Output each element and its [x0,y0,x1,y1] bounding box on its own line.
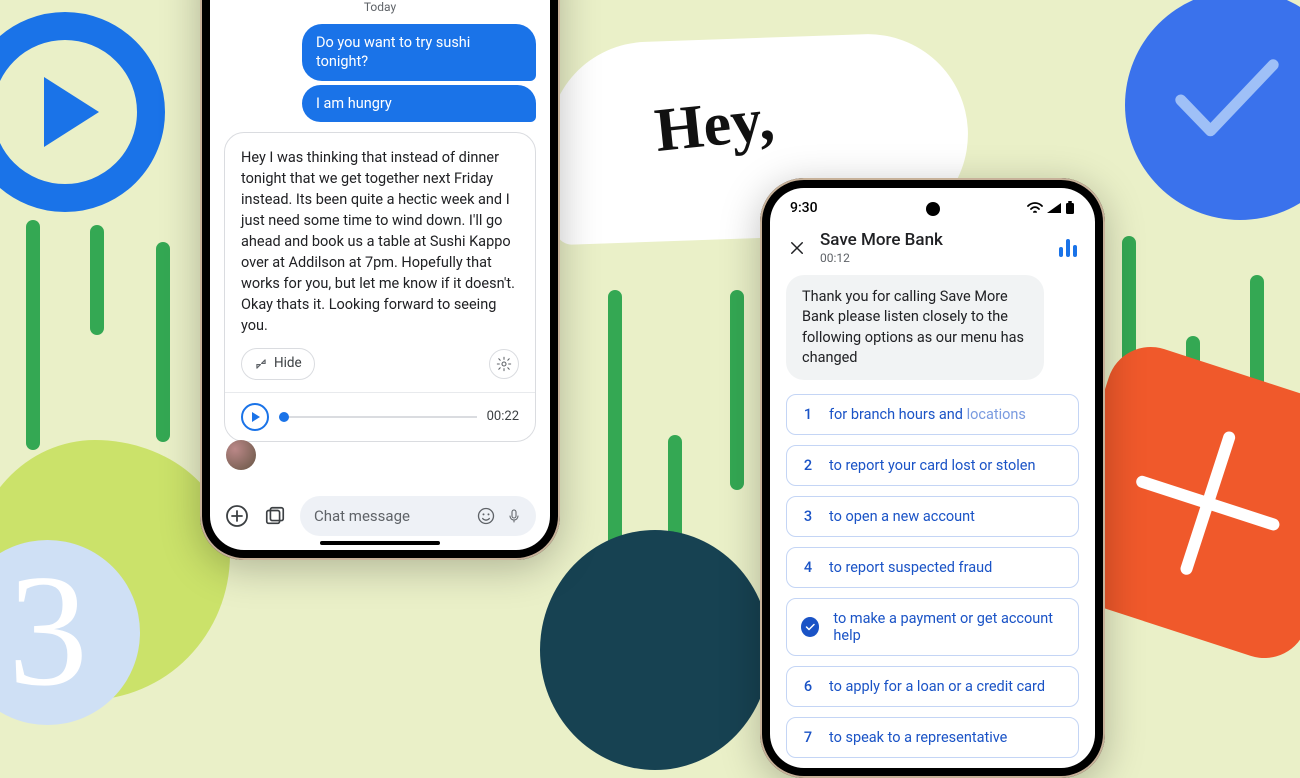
call-elapsed: 00:12 [820,251,943,265]
message-outgoing[interactable]: I am hungry [302,85,536,123]
hide-label: Hide [274,354,302,374]
audio-visualizer-button[interactable] [1059,239,1077,257]
sender-avatar[interactable] [226,440,256,470]
collapse-icon [254,357,268,371]
battery-icon [1065,201,1075,215]
option-label: to make a payment or get account help [833,610,1064,644]
gear-icon [496,356,512,372]
emoji-icon[interactable] [476,506,496,526]
call-title: Save More Bank [820,230,943,250]
option-label: for branch hours and locations [829,406,1026,423]
option-label: to report suspected fraud [829,559,992,576]
decor-three: 3 [8,538,88,723]
gallery-icon [264,505,286,527]
menu-options: 1 for branch hours and locations 2 to repor… [786,394,1079,758]
status-time: 9:30 [790,200,818,216]
add-button[interactable] [224,503,250,529]
chat-thread[interactable]: Sounds good. Talk to you soon Today Do y… [210,0,550,486]
menu-option[interactable]: 3 to open a new account [786,496,1079,537]
signal-icon [1046,202,1062,214]
decor-bar [90,225,104,335]
decor-hey-text: Hey, [652,84,778,167]
dialpad-row: *0# [770,758,1095,768]
check-circle-icon [801,617,819,637]
phone-call-assist: 9:30 Save More Bank 00:12 Thank you for … [760,178,1105,778]
menu-option[interactable]: 6 to apply for a loan or a credit card [786,666,1079,707]
voice-message-card[interactable]: Hey I was thinking that instead of dinne… [224,132,536,442]
play-icon [252,412,260,422]
option-number: 4 [801,559,815,576]
camera-hole [926,202,940,216]
date-divider: Today [224,0,536,14]
option-number: 6 [801,678,815,695]
agent-message: Thank you for calling Save More Bank ple… [786,275,1044,380]
message-placeholder: Chat message [314,507,476,525]
plus-circle-icon [225,504,249,528]
wifi-icon [1027,202,1043,214]
home-indicator[interactable] [320,541,440,545]
menu-option[interactable]: to make a payment or get account help [786,598,1079,656]
gallery-button[interactable] [262,503,288,529]
message-input[interactable]: Chat message [300,496,536,536]
decor-bar [730,290,744,490]
menu-option[interactable]: 2 to report your card lost or stolen [786,445,1079,486]
option-label: to apply for a loan or a credit card [829,678,1045,695]
audio-scrubber[interactable] [279,416,477,418]
decor-bar [26,220,40,450]
option-number: 2 [801,457,815,474]
option-number: 7 [801,729,815,746]
menu-option[interactable]: 1 for branch hours and locations [786,394,1079,435]
decor-navy-blob [540,530,770,770]
menu-option[interactable]: 7 to speak to a representative [786,717,1079,758]
play-button[interactable] [241,403,269,431]
option-number: 1 [801,406,815,423]
mic-icon[interactable] [506,506,522,526]
audio-duration: 00:22 [487,408,519,427]
close-icon [788,239,806,257]
option-number: 3 [801,508,815,525]
hide-transcript-button[interactable]: Hide [241,348,315,380]
option-label: to speak to a representative [829,729,1007,746]
message-outgoing[interactable]: Do you want to try sushi tonight? [302,24,536,81]
decor-bar [156,242,170,442]
checkmark-icon [1172,55,1282,145]
decor-play-ring [0,12,165,212]
close-button[interactable] [788,239,806,257]
settings-button[interactable] [489,349,519,379]
option-label: to report your card lost or stolen [829,457,1036,474]
voice-transcript: Hey I was thinking that instead of dinne… [241,147,519,336]
phone-messages: Sounds good. Talk to you soon Today Do y… [200,0,560,560]
option-label: to open a new account [829,508,975,525]
menu-option[interactable]: 4 to report suspected fraud [786,547,1079,588]
